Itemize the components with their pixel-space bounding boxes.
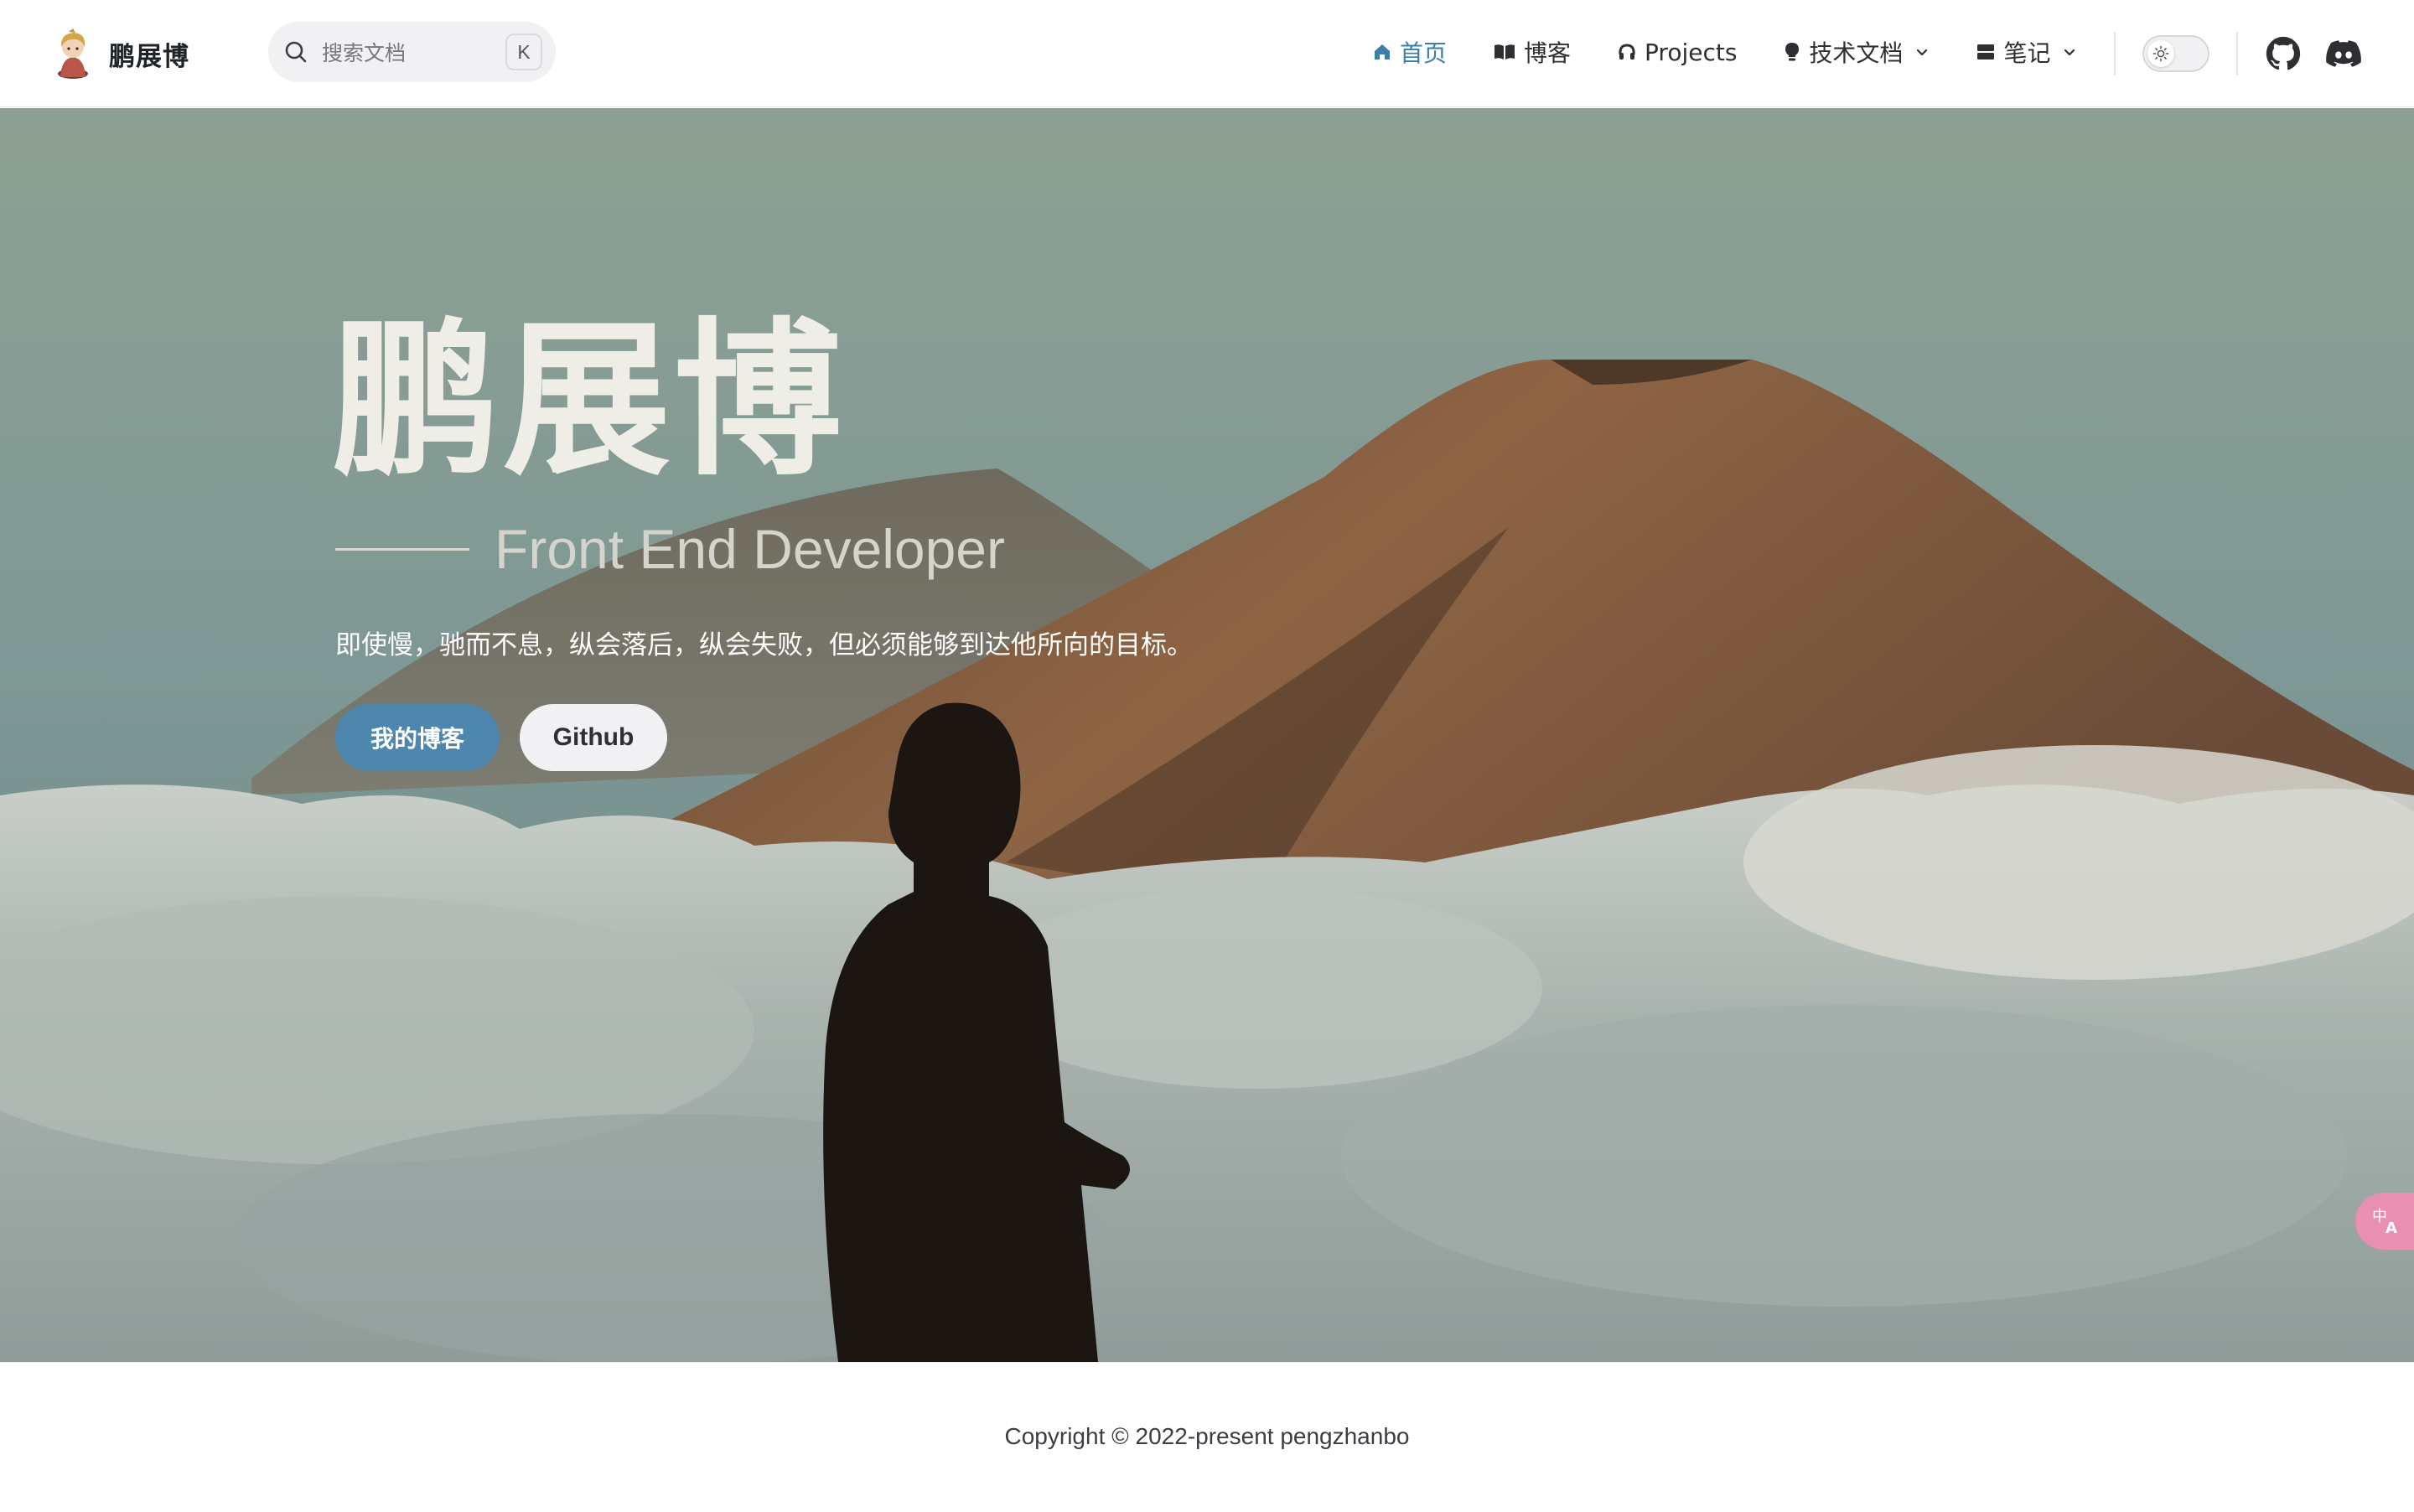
book-open-icon	[1495, 44, 1515, 60]
hero-section: 鹏展博 Front End Developer 即使慢，驰而不息，纵会落后，纵会…	[0, 108, 2414, 1362]
navbar-divider	[2236, 32, 2238, 75]
hero-motto: 即使慢，驰而不息，纵会落后，纵会失败，但必须能够到达他所向的目标。	[335, 630, 1193, 660]
avatar-logo-icon	[58, 28, 88, 79]
search-shortcut-key: K	[505, 34, 542, 70]
social-links	[2265, 35, 2362, 72]
navbar-divider	[2114, 32, 2116, 75]
svg-text:A: A	[2386, 1219, 2397, 1237]
lightbulb-icon	[1785, 43, 1800, 61]
server-icon	[1977, 44, 1995, 60]
chevron-down-icon	[2064, 49, 2075, 56]
nav-item-blog[interactable]: 博客	[1470, 25, 1594, 79]
nav-item-tech-docs-label: 技术文档	[1809, 39, 1904, 67]
main-nav: 首页 博客 Projects 技术文档 笔记	[1349, 25, 2101, 79]
hero-role: Front End Developer	[495, 518, 1005, 580]
search-icon	[285, 41, 307, 63]
nav-item-blog-label: 博客	[1524, 39, 1572, 67]
brand-title: 鹏展博	[109, 41, 189, 72]
translate-button[interactable]: 中 A	[2355, 1193, 2414, 1250]
nav-item-home-label: 首页	[1400, 39, 1448, 67]
sun-icon	[2152, 45, 2169, 62]
hero-name: 鹏展博	[332, 303, 846, 499]
theme-toggle-knob	[2147, 40, 2174, 67]
hero-divider-line	[335, 548, 469, 551]
nav-item-home[interactable]: 首页	[1349, 25, 1470, 79]
brand-home-link[interactable]: 鹏展博	[54, 28, 189, 79]
github-link[interactable]	[2265, 35, 2302, 72]
navbar-tools	[2114, 32, 2362, 75]
discord-icon	[2326, 40, 2361, 67]
github-icon	[2266, 36, 2301, 70]
page-footer: Copyright © 2022-present pengzhanbo	[0, 1362, 2414, 1512]
nav-item-notes-label: 笔记	[2003, 39, 2051, 67]
theme-toggle[interactable]	[2142, 35, 2209, 72]
nav-item-notes[interactable]: 笔记	[1953, 25, 2101, 79]
search-placeholder: 搜索文档	[322, 41, 407, 65]
nav-item-projects[interactable]: Projects	[1594, 25, 1760, 79]
my-blog-button[interactable]: 我的博客	[335, 704, 500, 771]
github-button[interactable]: Github	[520, 704, 667, 771]
chevron-down-icon	[1917, 49, 1928, 56]
discord-link[interactable]	[2325, 35, 2362, 72]
copyright-text: Copyright © 2022-present pengzhanbo	[1004, 1423, 1410, 1449]
nav-item-tech-docs[interactable]: 技术文档	[1760, 25, 1953, 79]
search-input[interactable]: 搜索文档 K	[268, 22, 556, 82]
home-icon	[1375, 44, 1390, 60]
top-navbar: 鹏展博 搜索文档 K 首页 博客 Projects 技术文档 笔记	[0, 0, 2414, 107]
headphones-icon	[1619, 44, 1635, 60]
nav-item-projects-label: Projects	[1645, 38, 1738, 66]
translate-icon: 中 A	[2372, 1208, 2397, 1237]
